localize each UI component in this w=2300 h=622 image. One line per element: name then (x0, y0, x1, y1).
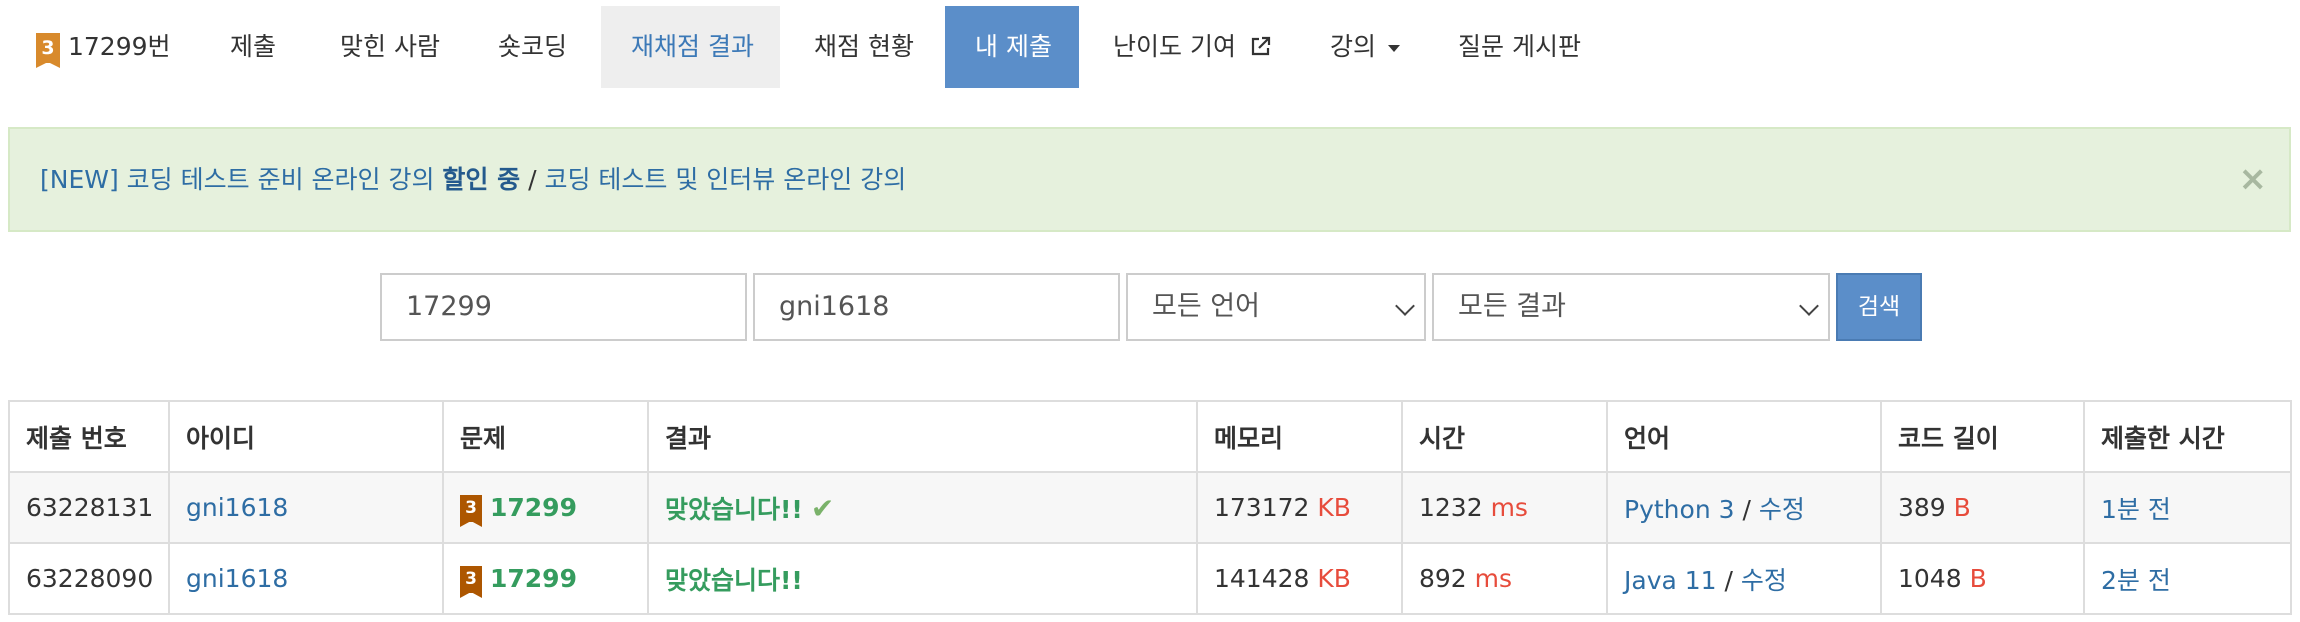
header-code-length: 코드 길이 (1880, 400, 2085, 473)
time-value: 892 (1419, 564, 1467, 593)
language-separator: / (1734, 494, 1759, 524)
external-link-icon (1251, 36, 1271, 56)
header-result: 결과 (647, 400, 1198, 473)
language-separator: / (1716, 565, 1741, 595)
tier-badge-icon: 3 (36, 33, 60, 68)
nav-difficulty-label: 난이도 기여 (1113, 32, 1236, 61)
nav-problem-label: 17299번 (68, 32, 171, 61)
close-icon[interactable]: × (2239, 129, 2268, 230)
promo-link-bold[interactable]: 할인 중 (442, 165, 520, 194)
code-length-cell: 1048 B (1880, 542, 2085, 615)
result-cell: 맞았습니다!! ✔ (647, 471, 1198, 544)
language-select[interactable]: 모든 언어 (1126, 273, 1426, 341)
nav-qna-board[interactable]: 질문 게시판 (1458, 6, 1581, 88)
code-length-unit: B (1969, 564, 1987, 593)
header-problem: 문제 (442, 400, 649, 473)
tier-badge-icon: 3 (460, 495, 482, 528)
promo-link-prefix[interactable]: [NEW] 코딩 테스트 준비 온라인 강의 (40, 165, 442, 194)
nav-submit[interactable]: 제출 (230, 6, 276, 88)
language-link[interactable]: Python 3 (1624, 495, 1735, 524)
promo-alert: [NEW] 코딩 테스트 준비 온라인 강의 할인 중 / 코딩 테스트 및 인… (8, 127, 2291, 232)
nav-my-submissions[interactable]: 내 제출 (945, 6, 1079, 88)
edit-link[interactable]: 수정 (1741, 566, 1787, 595)
user-link[interactable]: gni1618 (186, 564, 288, 593)
problem-nav: 3 17299번 제출 맞힌 사람 숏코딩 재채점 결과 채점 현황 내 제출 난… (0, 0, 2300, 88)
result-text: 맞았습니다!! (665, 494, 803, 524)
language-cell: Java 11 / 수정 (1606, 542, 1882, 615)
code-length-unit: B (1953, 493, 1971, 522)
header-submitted-time: 제출한 시간 (2083, 400, 2292, 473)
time-cell: 892 ms (1401, 542, 1608, 615)
nav-lectures-label: 강의 (1330, 32, 1377, 61)
promo-alert-text: [NEW] 코딩 테스트 준비 온라인 강의 할인 중 / 코딩 테스트 및 인… (40, 129, 906, 230)
time-unit: ms (1490, 493, 1528, 522)
nav-difficulty-contribution[interactable]: 난이도 기여 (1113, 6, 1272, 88)
problem-link[interactable]: 17299 (490, 493, 577, 522)
edit-link[interactable]: 수정 (1759, 495, 1805, 524)
header-language: 언어 (1606, 400, 1882, 473)
submission-id: 63228090 (8, 542, 170, 615)
code-length-value: 1048 (1898, 564, 1962, 593)
user-id-input[interactable]: gni1618 (753, 273, 1120, 341)
header-memory: 메모리 (1196, 400, 1403, 473)
table-row: 63228131 gni1618 3 17299 맞았습니다!! ✔ 173172 … (8, 471, 2292, 544)
chevron-down-icon (1799, 296, 1819, 316)
promo-link-interview[interactable]: 코딩 테스트 및 인터뷰 온라인 강의 (544, 165, 906, 194)
code-length-value: 389 (1898, 493, 1946, 522)
search-button[interactable]: 검색 (1836, 273, 1922, 341)
table-row: 63228090 gni1618 3 17299 맞았습니다!! 141428 K… (8, 542, 2292, 615)
memory-unit: KB (1317, 493, 1351, 522)
header-submission-id: 제출 번호 (8, 400, 170, 473)
caret-down-icon (1387, 45, 1400, 52)
language-select-value: 모든 언어 (1152, 291, 1260, 322)
submitted-time-link[interactable]: 1분 전 (2101, 495, 2171, 524)
memory-cell: 141428 KB (1196, 542, 1403, 615)
memory-cell: 173172 KB (1196, 471, 1403, 544)
nav-solved-users[interactable]: 맞힌 사람 (340, 6, 440, 88)
language-cell: Python 3 / 수정 (1606, 471, 1882, 544)
submission-id: 63228131 (8, 471, 170, 544)
memory-value: 173172 (1214, 493, 1310, 522)
submitted-time-link[interactable]: 2분 전 (2101, 566, 2171, 595)
memory-value: 141428 (1214, 564, 1310, 593)
language-link[interactable]: Java 11 (1624, 566, 1717, 595)
time-cell: 1232 ms (1401, 471, 1608, 544)
table-header-row: 제출 번호 아이디 문제 결과 메모리 시간 언어 코드 길이 제출한 시간 (8, 400, 2292, 473)
problem-cell: 3 17299 (442, 471, 649, 544)
promo-separator: / (520, 165, 545, 194)
time-unit: ms (1474, 564, 1513, 593)
time-value: 1232 (1419, 493, 1483, 522)
user-link[interactable]: gni1618 (186, 493, 288, 522)
header-user-id: 아이디 (168, 400, 444, 473)
check-icon: ✔ (810, 491, 835, 525)
tier-badge-icon: 3 (460, 566, 482, 599)
nav-short-coding[interactable]: 숏코딩 (498, 6, 567, 88)
nav-rejudge-results[interactable]: 재채점 결과 (601, 6, 780, 88)
nav-lectures-dropdown[interactable]: 강의 (1330, 6, 1401, 88)
problem-cell: 3 17299 (442, 542, 649, 615)
submission-table: 제출 번호 아이디 문제 결과 메모리 시간 언어 코드 길이 제출한 시간 6… (8, 400, 2292, 615)
result-text: 맞았습니다!! (665, 565, 803, 595)
result-cell: 맞았습니다!! (647, 542, 1198, 615)
result-select-value: 모든 결과 (1458, 291, 1566, 322)
result-select[interactable]: 모든 결과 (1432, 273, 1830, 341)
nav-problem-number[interactable]: 3 17299번 (36, 6, 171, 88)
code-length-cell: 389 B (1880, 471, 2085, 544)
memory-unit: KB (1317, 564, 1351, 593)
problem-id-input[interactable]: 17299 (380, 273, 747, 341)
problem-link[interactable]: 17299 (490, 564, 577, 593)
header-time: 시간 (1401, 400, 1608, 473)
chevron-down-icon (1395, 296, 1415, 316)
nav-status[interactable]: 채점 현황 (814, 6, 914, 88)
